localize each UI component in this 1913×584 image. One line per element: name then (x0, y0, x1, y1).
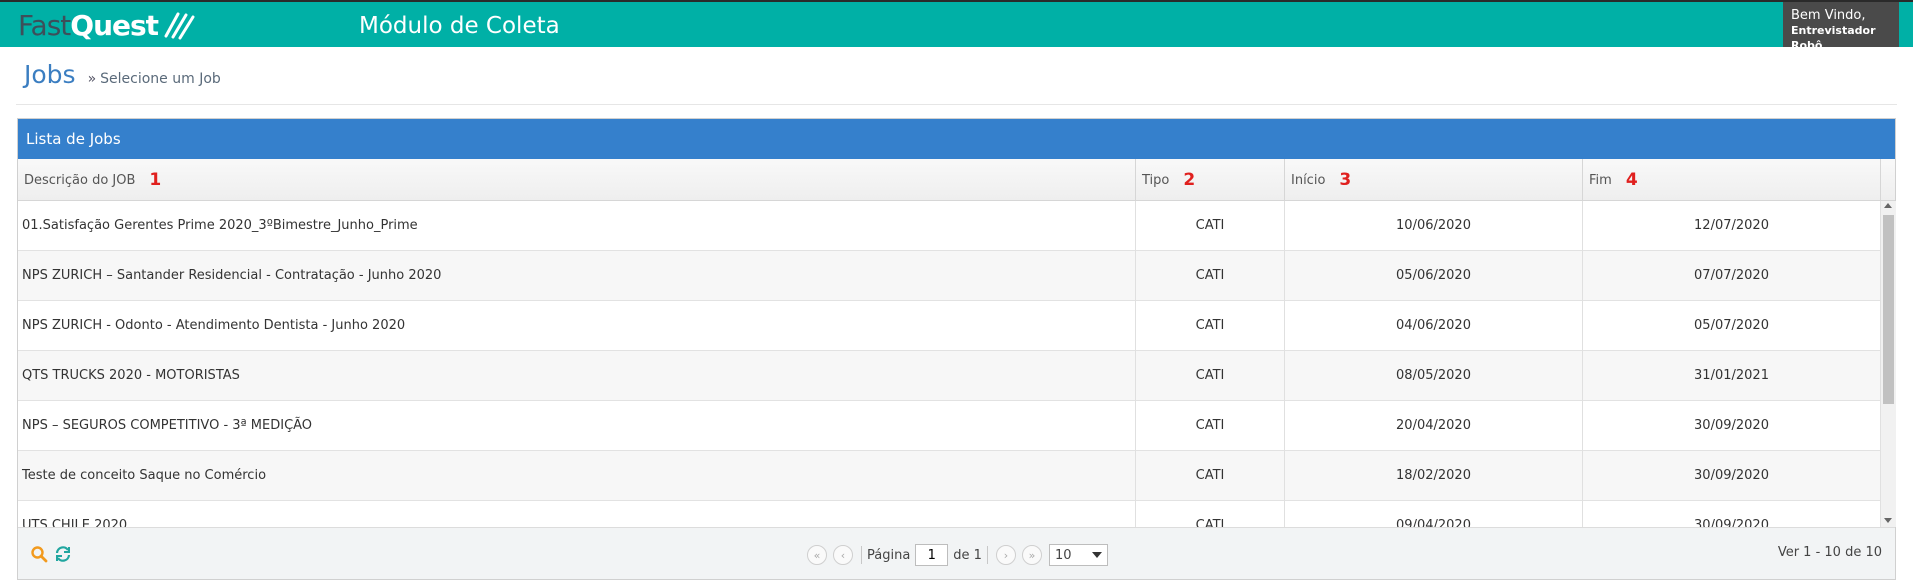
page-number-input[interactable] (915, 544, 949, 566)
column-header-fim[interactable]: Fim 4 (1583, 159, 1881, 201)
table-row[interactable]: NPS ZURICH - Odonto - Atendimento Dentis… (18, 301, 1881, 351)
column-header-label: Descrição do JOB (24, 172, 136, 188)
table-row[interactable]: NPS ZURICH – Santander Residencial - Con… (18, 251, 1881, 301)
column-header-label: Fim (1589, 172, 1612, 188)
panel-title: Lista de Jobs (18, 119, 1895, 159)
page-size-select[interactable]: 10 (1048, 544, 1108, 566)
divider (16, 104, 1897, 105)
column-header-inicio[interactable]: Início 3 (1285, 159, 1583, 201)
page-label: Página (867, 547, 911, 563)
cell-inicio: 09/04/2020 (1285, 501, 1583, 527)
page-total-label: de 1 (953, 547, 982, 563)
cell-inicio: 08/05/2020 (1285, 351, 1583, 401)
cell-tipo: CATI (1136, 351, 1285, 401)
pager-divider (861, 546, 862, 564)
column-marker: 4 (1625, 170, 1638, 190)
search-icon[interactable] (30, 545, 48, 563)
refresh-icon[interactable] (54, 545, 72, 563)
column-headers: Descrição do JOB 1 Tipo 2 Início 3 Fim 4 (18, 159, 1895, 201)
chevron-down-icon (1091, 552, 1102, 558)
cell-fim: 30/09/2020 (1583, 451, 1881, 501)
jobs-panel: Lista de Jobs Descrição do JOB 1 Tipo 2 … (17, 118, 1896, 580)
logo-quest: Quest (70, 8, 159, 42)
cell-descricao: NPS – SEGUROS COMPETITIVO - 3ª MEDIÇÃO (18, 401, 1136, 451)
top-bar: Fast Quest Módulo de Coleta Bem Vindo, En… (0, 0, 1913, 52)
cell-fim: 31/01/2021 (1583, 351, 1881, 401)
column-header-descricao[interactable]: Descrição do JOB 1 (18, 159, 1136, 201)
cell-tipo: CATI (1136, 201, 1285, 251)
cell-inicio: 20/04/2020 (1285, 401, 1583, 451)
jobs-table: 01.Satisfação Gerentes Prime 2020_3ºBime… (18, 201, 1881, 527)
cell-tipo: CATI (1136, 251, 1285, 301)
records-info: Ver 1 - 10 de 10 (1777, 545, 1882, 560)
cell-tipo: CATI (1136, 301, 1285, 351)
scroll-down-arrow-icon[interactable] (1884, 518, 1892, 523)
logo: Fast Quest (18, 8, 196, 42)
logo-swoosh-icon (164, 12, 195, 40)
cell-descricao: QTS TRUCKS 2020 - MOTORISTAS (18, 351, 1136, 401)
column-header-label: Início (1291, 172, 1326, 188)
pager-divider (986, 546, 988, 564)
welcome-user-name: Entrevistador Robô (1791, 24, 1876, 52)
page-title: Jobs (24, 60, 76, 89)
module-title: Módulo de Coleta (359, 13, 560, 39)
column-marker: 3 (1339, 170, 1352, 190)
welcome-greeting: Bem Vindo, (1791, 8, 1866, 23)
page-size-value: 10 (1054, 547, 1072, 563)
breadcrumb: Jobs » Selecione um Job (24, 60, 221, 89)
table-row[interactable]: NPS – SEGUROS COMPETITIVO - 3ª MEDIÇÃO C… (18, 401, 1881, 451)
cell-descricao: 01.Satisfação Gerentes Prime 2020_3ºBime… (18, 201, 1136, 251)
column-marker: 2 (1183, 170, 1196, 190)
user-welcome[interactable]: Bem Vindo, Entrevistador Robô (1783, 2, 1899, 52)
first-page-icon[interactable]: « (807, 545, 827, 565)
table-row[interactable]: UTS CHILE 2020 CATI 09/04/2020 30/09/202… (18, 501, 1881, 527)
cell-inicio: 10/06/2020 (1285, 201, 1583, 251)
cell-fim: 07/07/2020 (1583, 251, 1881, 301)
table-row[interactable]: 01.Satisfação Gerentes Prime 2020_3ºBime… (18, 201, 1881, 251)
table-row[interactable]: Teste de conceito Saque no Comércio CATI… (18, 451, 1881, 501)
cell-fim: 12/07/2020 (1583, 201, 1881, 251)
next-page-icon[interactable]: › (995, 545, 1016, 565)
breadcrumb-separator: » (87, 71, 97, 87)
cell-fim: 30/09/2020 (1583, 501, 1881, 527)
cell-fim: 05/07/2020 (1583, 301, 1881, 351)
cell-inicio: 18/02/2020 (1285, 451, 1583, 501)
cell-descricao: UTS CHILE 2020 (18, 501, 1136, 527)
cell-descricao: NPS ZURICH – Santander Residencial - Con… (18, 251, 1136, 301)
table-row[interactable]: QTS TRUCKS 2020 - MOTORISTAS CATI 08/05/… (18, 351, 1881, 401)
cell-descricao: Teste de conceito Saque no Comércio (18, 451, 1136, 501)
pager-bar: « ‹ Página de 1 › » 10 Ver 1 - 10 de 10 (18, 527, 1895, 579)
cell-tipo: CATI (1136, 401, 1285, 451)
prev-page-icon[interactable]: ‹ (833, 545, 853, 565)
scroll-up-arrow-icon[interactable] (1884, 203, 1892, 208)
column-header-label: Tipo (1142, 172, 1170, 188)
cell-descricao: NPS ZURICH - Odonto - Atendimento Dentis… (18, 301, 1136, 351)
last-page-icon[interactable]: » (1021, 545, 1042, 565)
cell-inicio: 04/06/2020 (1285, 301, 1583, 351)
cell-fim: 30/09/2020 (1583, 401, 1881, 451)
cell-inicio: 05/06/2020 (1285, 251, 1583, 301)
table-scrollbar[interactable] (1881, 201, 1896, 527)
pagination: « ‹ Página de 1 › » 10 (804, 544, 1108, 566)
column-header-tipo[interactable]: Tipo 2 (1136, 159, 1285, 201)
cell-tipo: CATI (1136, 451, 1285, 501)
cell-tipo: CATI (1136, 501, 1285, 527)
breadcrumb-subtitle: Selecione um Job (100, 71, 221, 87)
column-marker: 1 (149, 170, 162, 190)
scroll-thumb[interactable] (1883, 215, 1894, 404)
logo-fast: Fast (18, 8, 71, 42)
